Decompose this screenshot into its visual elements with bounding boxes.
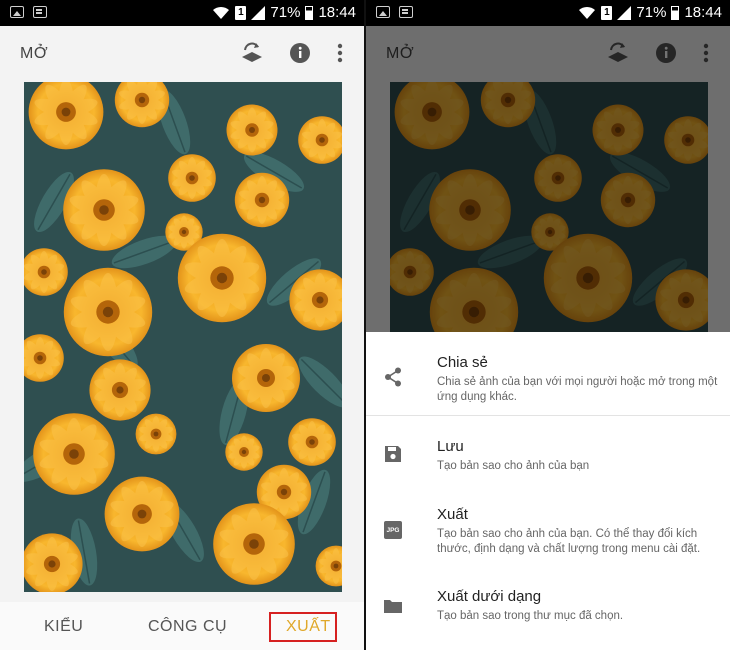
app-bar: MỞ bbox=[0, 26, 364, 82]
open-button[interactable]: MỞ bbox=[20, 45, 48, 63]
status-bar: 1 71% 18:44 bbox=[0, 0, 364, 26]
wifi-icon bbox=[578, 6, 596, 20]
info-icon[interactable] bbox=[288, 41, 312, 65]
menu-item-title: Chia sẻ bbox=[437, 354, 488, 371]
message-notification-icon bbox=[399, 6, 413, 18]
status-bar: 1 71% 18:44 bbox=[366, 0, 730, 26]
signal-icon bbox=[617, 5, 632, 20]
export-bottom-sheet: Chia sẻ Chia sẻ ảnh của bạn với mọi ngườ… bbox=[366, 332, 730, 650]
share-icon bbox=[383, 367, 403, 387]
battery-icon bbox=[305, 5, 314, 20]
battery-percent: 71% bbox=[270, 4, 301, 21]
save-icon bbox=[383, 444, 403, 464]
menu-item-save[interactable]: Lưu Tạo bản sao cho ảnh của bạn bbox=[366, 416, 730, 484]
gallery-notification-icon bbox=[376, 6, 390, 18]
menu-item-export-as[interactable]: Xuất dưới dạng Tạo bản sao trong thư mục… bbox=[366, 574, 730, 650]
battery-icon bbox=[671, 5, 680, 20]
menu-item-title: Lưu bbox=[437, 438, 464, 455]
dim-overlay[interactable] bbox=[366, 26, 730, 332]
battery-percent: 71% bbox=[636, 4, 667, 21]
jpg-icon-label: JPG bbox=[384, 521, 402, 539]
export-menu-screen: 1 71% 18:44 MỞ bbox=[366, 0, 730, 650]
sim-indicator: 1 bbox=[235, 5, 247, 20]
gallery-notification-icon bbox=[10, 6, 24, 18]
status-time: 18:44 bbox=[684, 4, 722, 21]
more-vert-icon[interactable] bbox=[332, 41, 348, 65]
flower-photo bbox=[24, 82, 342, 592]
signal-icon bbox=[251, 5, 266, 20]
menu-item-export[interactable]: JPG Xuất Tạo bản sao cho ảnh của bạn. Có… bbox=[366, 484, 730, 574]
tab-styles[interactable]: KIỂU bbox=[44, 618, 83, 636]
layers-undo-icon[interactable] bbox=[240, 41, 264, 65]
message-notification-icon bbox=[33, 6, 47, 18]
bottom-tab-bar: KIỂU CÔNG CỤ XUẤT bbox=[0, 602, 364, 650]
jpg-icon: JPG bbox=[383, 520, 403, 540]
menu-item-description: Tạo bản sao cho ảnh của bạn. Có thể thay… bbox=[437, 528, 701, 555]
folder-icon bbox=[383, 596, 403, 616]
menu-item-description: Tạo bản sao trong thư mục đã chọn. bbox=[437, 610, 624, 622]
menu-item-description: Tạo bản sao cho ảnh của bạn bbox=[437, 460, 590, 472]
highlight-box bbox=[269, 612, 337, 642]
sim-indicator: 1 bbox=[601, 5, 613, 20]
tab-tools[interactable]: CÔNG CỤ bbox=[148, 618, 227, 636]
menu-item-title: Xuất bbox=[437, 506, 468, 523]
menu-item-share[interactable]: Chia sẻ Chia sẻ ảnh của bạn với mọi ngườ… bbox=[366, 332, 730, 415]
menu-item-title: Xuất dưới dạng bbox=[437, 588, 542, 605]
menu-item-description: Chia sẻ ảnh của bạn với mọi người hoặc m… bbox=[437, 376, 718, 403]
wifi-icon bbox=[212, 6, 230, 20]
status-time: 18:44 bbox=[318, 4, 356, 21]
editor-screen: 1 71% 18:44 MỞ KIỂU CÔNG CỤ XUẤT bbox=[0, 0, 364, 650]
